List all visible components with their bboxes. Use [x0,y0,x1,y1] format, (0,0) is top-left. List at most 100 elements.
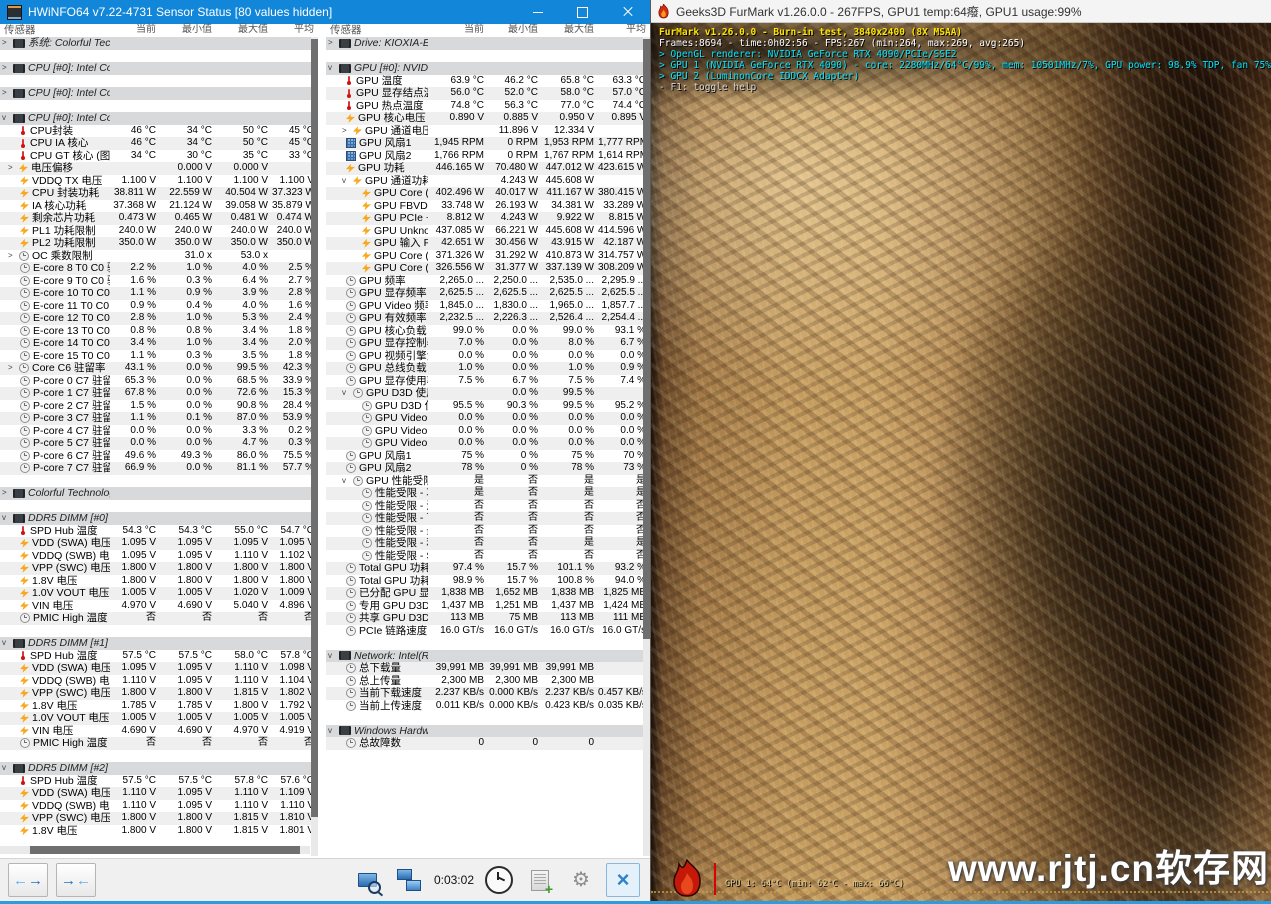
sensor-row[interactable]: >电压偏移0.000 V0.000 V [0,162,318,175]
column-header[interactable]: 平均 [272,24,318,37]
sensor-row[interactable]: 共享 GPU D3D 显存113 MB75 MB113 MB111 MB [326,612,650,625]
sensor-group-row[interactable]: >Drive: KIOXIA-E XCERI... [326,37,650,50]
scrollbar-thumb[interactable] [643,39,650,639]
collapsed-arrow-icon[interactable]: > [2,487,13,500]
sensor-row[interactable]: GPU 显存控制器负载7.0 %0.0 %8.0 %6.7 % [326,337,650,350]
sensor-row[interactable]: PL2 功耗限制350.0 W350.0 W350.0 W350.0 W [0,237,318,250]
sensor-row[interactable]: CPU 封装功耗38.811 W22.559 W40.504 W37.323 W [0,187,318,200]
sensor-row[interactable]: E-core 9 T0 C0 驻...1.6 %0.3 %6.4 %2.7 % [0,275,318,288]
sensor-row[interactable]: 性能受限 - 最大工...否否否否 [326,525,650,538]
report-button[interactable]: + [524,864,556,896]
scrollbar-thumb[interactable] [311,39,318,817]
sensor-row[interactable]: GPU Video 频率1,845.0 ...1,830.0 ...1,965.… [326,300,650,313]
sensor-row[interactable]: VDD (SWA) 电压1.110 V1.095 V1.110 V1.109 V [0,787,318,800]
sensor-row[interactable]: P-core 1 C7 驻留率67.8 %0.0 %72.6 %15.3 % [0,387,318,400]
sensor-row[interactable]: GPU Video Encod...0.0 %0.0 %0.0 %0.0 % [326,425,650,438]
sensor-row[interactable]: vGPU 通道功耗4.243 W445.608 W [326,175,650,188]
collapsed-arrow-icon[interactable]: > [8,250,19,263]
sensor-row[interactable]: P-core 6 C7 驻留率49.6 %49.3 %86.0 %75.5 % [0,450,318,463]
collapsed-arrow-icon[interactable]: > [328,37,339,50]
sensor-group-row[interactable]: >CPU [#0]: Intel Core i... [0,62,318,75]
sensor-row[interactable]: 性能受限 - 利用率否否是是 [326,537,650,550]
sensor-row[interactable]: PL1 功耗限制240.0 W240.0 W240.0 W240.0 W [0,225,318,238]
sensor-row[interactable]: GPU 风扇175 %0 %75 %70 % [326,450,650,463]
sensor-row[interactable]: E-core 11 T0 C0 ...0.9 %0.4 %4.0 %1.6 % [0,300,318,313]
network-monitors-button[interactable] [393,864,425,896]
sensor-row[interactable]: GPU FBVDD 输入 ...33.748 W26.193 W34.381 W… [326,200,650,213]
sensor-row[interactable]: VPP (SWC) 电压1.800 V1.800 V1.800 V1.800 V [0,562,318,575]
sensor-row[interactable]: P-core 3 C7 驻留率1.1 %0.1 %87.0 %53.9 % [0,412,318,425]
sensor-row[interactable]: GPU 输入 PP Sour...42.651 W30.456 W43.915 … [326,237,650,250]
sensor-group-row[interactable]: >系统: Colorful Technol... [0,37,318,50]
sensor-row[interactable]: vGPU 性能受限因素是否是是 [326,475,650,488]
column-header[interactable]: 最大值 [216,24,272,37]
sensor-group-row[interactable]: vDDR5 DIMM [#0] (BA... [0,512,318,525]
collapsed-arrow-icon[interactable]: > [8,162,19,175]
sensor-row[interactable]: >GPU 通道电压11.896 V12.334 V [326,125,650,138]
sensor-row[interactable]: P-core 4 C7 驻留率0.0 %0.0 %3.3 %0.2 % [0,425,318,438]
expanded-arrow-icon[interactable]: v [342,175,353,188]
sensor-row[interactable]: VPP (SWC) 电压1.800 V1.800 V1.815 V1.810 V [0,812,318,825]
sensor-row[interactable]: GPU 风扇21,766 RPM0 RPM1,767 RPM1,614 RPM [326,150,650,163]
furmark-titlebar[interactable]: Geeks3D FurMark v1.26.0.0 - 267FPS, GPU1… [651,0,1271,23]
expanded-arrow-icon[interactable]: v [328,62,339,75]
sensor-row[interactable]: 1.8V 电压1.785 V1.785 V1.800 V1.792 V [0,700,318,713]
sensor-row[interactable]: SPD Hub 温度57.5 °C57.5 °C57.8 °C57.6 °C [0,775,318,788]
sensor-row[interactable]: GPU 总线负载1.0 %0.0 %1.0 %0.9 % [326,362,650,375]
sensor-row[interactable]: VDDQ TX 电压1.100 V1.100 V1.100 V1.100 V [0,175,318,188]
sensor-group-row[interactable]: >CPU [#0]: Intel Core i... [0,87,318,100]
sensor-row[interactable]: 专用 GPU D3D 显存1,437 MB1,251 MB1,437 MB1,4… [326,600,650,613]
sensor-row[interactable]: E-core 12 T0 C0 ...2.8 %1.0 %5.3 %2.4 % [0,312,318,325]
column-header[interactable]: 平均 [598,24,650,37]
monitor-search-button[interactable] [352,864,384,896]
close-button[interactable] [605,0,650,24]
sensor-row[interactable]: PCIe 链路速度16.0 GT/s16.0 GT/s16.0 GT/s16.0… [326,625,650,638]
sensor-group-row[interactable]: vWindows Hardware Err... [326,725,650,738]
column-header[interactable]: 当前 [110,24,160,37]
sensor-group-row[interactable]: vDDR5 DIMM [#2] (BA... [0,762,318,775]
sensor-row[interactable]: GPU Core (NVVDD...371.326 W31.292 W410.8… [326,250,650,263]
sensor-row[interactable]: GPU 风扇11,945 RPM0 RPM1,953 RPM1,777 RPM [326,137,650,150]
expanded-arrow-icon[interactable]: v [2,112,13,125]
sensor-row[interactable]: P-core 2 C7 驻留率1.5 %0.0 %90.8 %28.4 % [0,400,318,413]
collapse-columns-button[interactable]: → ← [56,863,96,897]
sensor-row[interactable]: >Core C6 驻留率43.1 %0.0 %99.5 %42.3 % [0,362,318,375]
expand-columns-button[interactable]: ← → [8,863,48,897]
sensor-row[interactable]: PMIC High 温度否否否否 [0,612,318,625]
sensor-row[interactable]: GPU 视频引擎负载0.0 %0.0 %0.0 %0.0 % [326,350,650,363]
sensor-group-row[interactable]: vGPU [#0]: NVIDIA: [326,62,650,75]
column-header[interactable]: 最大值 [542,24,598,37]
sensor-row[interactable]: VIN 电压4.690 V4.690 V4.970 V4.919 V [0,725,318,738]
sensor-row[interactable]: GPU Core (NVVDD...326.556 W31.377 W337.1… [326,262,650,275]
expanded-arrow-icon[interactable]: v [342,387,353,400]
sensor-row[interactable]: GPU 显存频率2,625.5 ...2,625.5 ...2,625.5 ..… [326,287,650,300]
sensor-row[interactable]: GPU Core (NVVDD...402.496 W40.017 W411.1… [326,187,650,200]
sensor-row[interactable]: GPU 风扇278 %0 %78 %73 % [326,462,650,475]
sensor-row[interactable]: 性能受限 - SLI GP...否否否否 [326,550,650,563]
sensor-row[interactable]: 已分配 GPU 显存1,838 MB1,652 MB1,838 MB1,825 … [326,587,650,600]
sensor-row[interactable]: GPU 热点温度74.8 °C56.3 °C77.0 °C74.4 °C [326,100,650,113]
sensor-row[interactable]: 性能受限 - 功耗是否是是 [326,487,650,500]
collapsed-arrow-icon[interactable]: > [342,125,353,138]
sensor-group-row[interactable]: vDDR5 DIMM [#1] (BA... [0,637,318,650]
sensor-row[interactable]: E-core 14 T0 C0 ...3.4 %1.0 %3.4 %2.0 % [0,337,318,350]
sensor-row[interactable]: 剩余芯片功耗0.473 W0.465 W0.481 W0.474 W [0,212,318,225]
sensor-row[interactable]: VDD (SWA) 电压1.095 V1.095 V1.095 V1.095 V [0,537,318,550]
scrollbar-thumb[interactable] [30,846,300,854]
sensor-row[interactable]: Total GPU 功耗 (nor...97.4 %15.7 %101.1 %9… [326,562,650,575]
left-vertical-scrollbar[interactable] [311,37,318,856]
sensor-row[interactable]: GPU 核心电压0.890 V0.885 V0.950 V0.895 V [326,112,650,125]
sensor-group-row[interactable]: >Colorful Technology An... [0,487,318,500]
sensor-row[interactable]: VPP (SWC) 电压1.800 V1.800 V1.815 V1.802 V [0,687,318,700]
close-sensors-button[interactable]: × [606,863,640,897]
maximize-button[interactable] [560,0,605,24]
sensor-row[interactable]: P-core 5 C7 驻留率0.0 %0.0 %4.7 %0.3 % [0,437,318,450]
collapsed-arrow-icon[interactable]: > [2,62,13,75]
sensor-row[interactable]: SPD Hub 温度54.3 °C54.3 °C55.0 °C54.7 °C [0,525,318,538]
expanded-arrow-icon[interactable]: v [2,512,13,525]
settings-button[interactable]: ⚙ [565,864,597,896]
sensor-row[interactable]: 1.0V VOUT 电压1.005 V1.005 V1.005 V1.005 V [0,712,318,725]
sensor-row[interactable]: 总故障数000 [326,737,650,750]
sensor-row[interactable]: 当前下载速度2.237 KB/s0.000 KB/s2.237 KB/s0.45… [326,687,650,700]
sensor-row[interactable]: 总下载量39,991 MB39,991 MB39,991 MB [326,662,650,675]
